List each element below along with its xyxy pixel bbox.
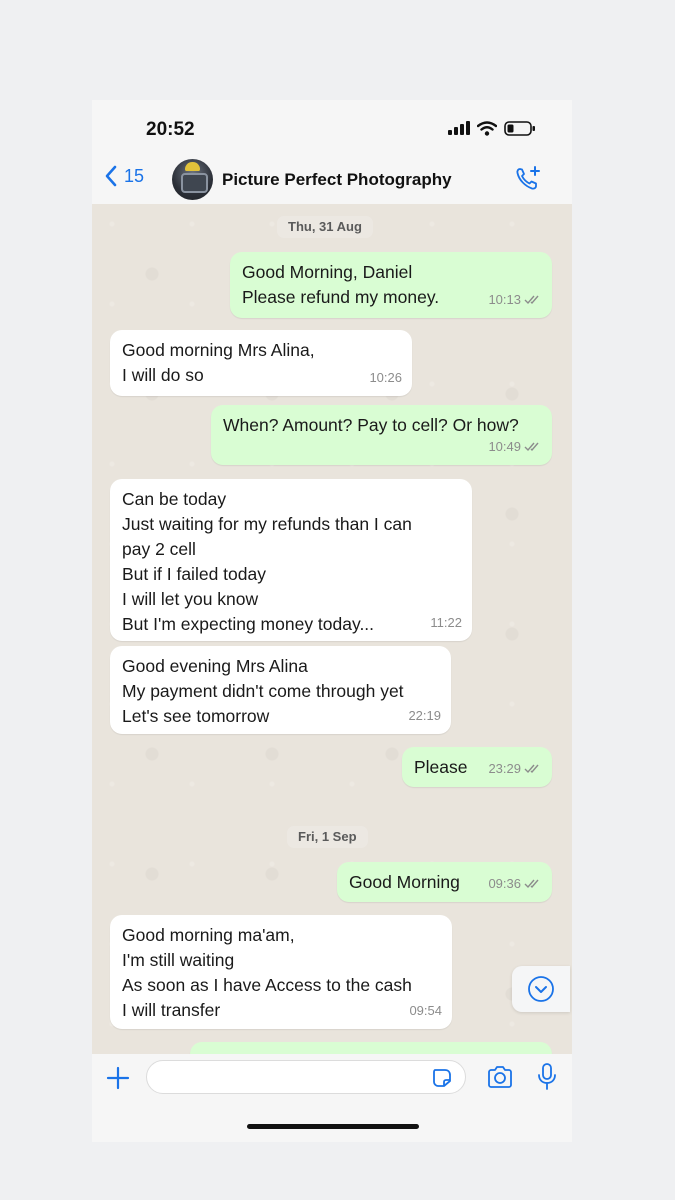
message-bubble-outgoing[interactable]: Good Morning, Daniel Please refund my mo… bbox=[230, 252, 552, 318]
message-bubble-outgoing[interactable]: Good Morning 09:36 bbox=[337, 862, 552, 902]
message-text: pay 2 cell bbox=[122, 539, 196, 559]
message-text: Good morning ma'am, bbox=[122, 925, 295, 945]
camera-button[interactable] bbox=[486, 1065, 514, 1094]
message-meta: 09:54 bbox=[409, 998, 442, 1023]
status-icons bbox=[448, 120, 536, 136]
date-separator: Fri, 1 Sep bbox=[287, 826, 368, 848]
home-bar-area bbox=[92, 1104, 572, 1142]
status-bar: 20:52 bbox=[92, 100, 572, 156]
message-meta: 10:26 bbox=[369, 365, 402, 390]
message-time: 10:26 bbox=[369, 370, 402, 385]
plus-icon bbox=[106, 1066, 130, 1090]
message-bubble-incoming[interactable]: Good morning Mrs Alina, I will do so 10:… bbox=[110, 330, 412, 396]
chevron-left-icon bbox=[105, 165, 117, 187]
phone-screen: 20:52 15 Picture Perfect Photography Thu… bbox=[92, 100, 572, 1142]
message-time: 10:49 bbox=[488, 439, 521, 454]
phone-plus-icon bbox=[516, 166, 540, 190]
unread-count: 15 bbox=[124, 165, 145, 186]
wifi-icon bbox=[477, 120, 497, 136]
message-bubble-incoming[interactable]: Good morning ma'am, I'm still waiting As… bbox=[110, 915, 452, 1029]
message-meta: 09:36 bbox=[488, 871, 542, 896]
microphone-icon bbox=[538, 1063, 556, 1090]
scroll-to-bottom-button[interactable] bbox=[512, 966, 570, 1012]
back-button[interactable]: 15 bbox=[104, 165, 144, 187]
message-text: But I'm expecting money today... bbox=[122, 614, 375, 634]
chat-header: 15 Picture Perfect Photography bbox=[92, 156, 572, 204]
camera-icon bbox=[488, 1066, 512, 1088]
message-meta: 22:19 bbox=[408, 703, 441, 728]
message-text: I'm still waiting bbox=[122, 950, 235, 970]
chevron-down-circle-icon bbox=[528, 976, 554, 1002]
message-time: 09:36 bbox=[488, 876, 521, 891]
message-time: 23:29 bbox=[488, 761, 521, 776]
battery-icon bbox=[504, 120, 535, 136]
message-text: Good evening Mrs Alina bbox=[122, 656, 308, 676]
message-meta: 10:49 bbox=[488, 434, 542, 459]
sticker-button[interactable] bbox=[431, 1067, 453, 1094]
message-bubble-outgoing[interactable]: Please 23:29 bbox=[402, 747, 552, 787]
message-input[interactable] bbox=[146, 1060, 466, 1094]
message-bubble-outgoing[interactable]: When? Amount? Pay to cell? Or how? 10:49 bbox=[211, 405, 552, 465]
message-time: 09:54 bbox=[409, 1003, 442, 1018]
message-time: 10:13 bbox=[488, 292, 521, 307]
message-composer bbox=[92, 1054, 572, 1104]
double-check-icon bbox=[524, 295, 539, 305]
contact-name[interactable]: Picture Perfect Photography bbox=[222, 170, 452, 190]
message-time: 11:22 bbox=[430, 615, 462, 630]
message-text: Good Morning, Daniel bbox=[242, 262, 413, 282]
message-meta: 11:22 bbox=[430, 610, 462, 635]
call-button[interactable] bbox=[514, 165, 542, 198]
double-check-icon bbox=[524, 879, 539, 889]
message-text: As soon as I have Access to the cash bbox=[122, 975, 412, 995]
message-bubble-incoming[interactable]: Good evening Mrs Alina My payment didn't… bbox=[110, 646, 451, 734]
status-time: 20:52 bbox=[146, 119, 195, 140]
message-text: Can be today bbox=[122, 489, 227, 509]
message-meta: 23:29 bbox=[488, 756, 542, 781]
message-text: I will transfer bbox=[122, 1000, 221, 1020]
sticker-icon bbox=[433, 1069, 451, 1087]
message-text: But if I failed today bbox=[122, 564, 266, 584]
message-bubble-outgoing-partial[interactable] bbox=[190, 1042, 552, 1054]
microphone-button[interactable] bbox=[536, 1062, 558, 1097]
signal-icon bbox=[448, 121, 470, 135]
message-time: 22:19 bbox=[408, 708, 441, 723]
message-text: Just waiting for my refunds than I can bbox=[122, 514, 412, 534]
message-text: Let's see tomorrow bbox=[122, 706, 270, 726]
avatar[interactable] bbox=[172, 159, 213, 200]
message-text: Good morning Mrs Alina, bbox=[122, 340, 315, 360]
double-check-icon bbox=[524, 442, 539, 452]
message-meta: 10:13 bbox=[488, 287, 542, 312]
home-indicator[interactable] bbox=[247, 1124, 419, 1129]
attach-button[interactable] bbox=[106, 1066, 130, 1095]
chat-area[interactable]: Thu, 31 Aug Good Morning, Daniel Please … bbox=[92, 204, 572, 1054]
double-check-icon bbox=[524, 764, 539, 774]
message-bubble-incoming[interactable]: Can be today Just waiting for my refunds… bbox=[110, 479, 472, 641]
message-text: I will let you know bbox=[122, 589, 259, 609]
message-text: My payment didn't come through yet bbox=[122, 681, 404, 701]
message-text: I will do so bbox=[122, 365, 204, 385]
date-separator: Thu, 31 Aug bbox=[277, 216, 373, 238]
